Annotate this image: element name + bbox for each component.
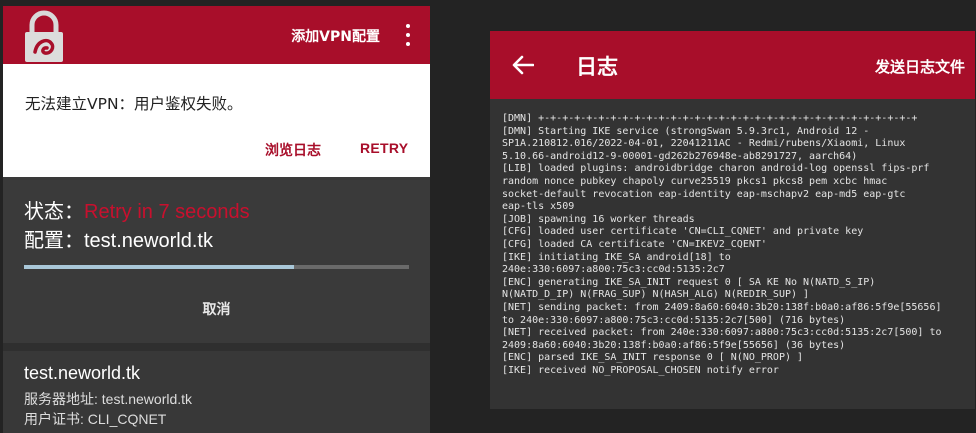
error-message: 无法建立VPN：用户鉴权失败。 bbox=[25, 95, 243, 113]
log-line: [ENC] generating IKE_SA_INIT request 0 [… bbox=[502, 276, 876, 288]
send-log-button[interactable]: 发送日志文件 bbox=[875, 56, 965, 77]
vpn-main-screen: 添加VPN配置 无法建立VPN：用户鉴权失败。 浏览日志 RETRY 状态：Re… bbox=[3, 6, 430, 433]
main-app-bar: 添加VPN配置 bbox=[3, 6, 430, 64]
profile-row: 配置：test.neworld.tk bbox=[24, 224, 213, 253]
log-content: [DMN] +-+-+-+-+-+-+-+-+-+-+-+-+-+-+-+-+-… bbox=[502, 113, 972, 377]
retry-button[interactable]: RETRY bbox=[360, 140, 408, 156]
status-label: 状态： bbox=[24, 201, 84, 223]
cancel-button[interactable]: 取消 bbox=[3, 299, 430, 319]
log-line: [NET] received packet: from 240e:330:609… bbox=[502, 327, 942, 339]
log-line: 240e:330:6097:a800:75c3:cc0d:5135:2c7 bbox=[502, 264, 725, 276]
log-line: [CFG] loaded CA certificate 'CN=IKEV2_CQ… bbox=[502, 238, 767, 250]
log-app-bar: 日志 发送日志文件 bbox=[490, 31, 975, 99]
log-line: [JOB] spawning 16 worker threads bbox=[502, 213, 695, 225]
log-line: to 240e:330:6097:a800:75c3:cc0d:5135:2c7… bbox=[502, 314, 846, 326]
vpn-profile-card[interactable]: test.neworld.tk 服务器地址: test.neworld.tk 用… bbox=[3, 351, 430, 433]
log-line: N(NATD_D_IP) N(FRAG_SUP) N(HASH_ALG) N(R… bbox=[502, 289, 810, 301]
status-row: 状态：Retry in 7 seconds bbox=[24, 195, 250, 224]
log-line: [LIB] loaded plugins: androidbridge char… bbox=[502, 163, 930, 175]
log-line: 2409:8a60:6040:3b20:138f:b0a0:af86:5f9e[… bbox=[502, 339, 846, 351]
log-line: [ENC] parsed IKE_SA_INIT response 0 [ N(… bbox=[502, 352, 804, 364]
log-line: eap-tls x509 bbox=[502, 201, 575, 213]
log-line: random nonce pubkey chapoly curve25519 p… bbox=[502, 175, 888, 187]
error-dialog: 无法建立VPN：用户鉴权失败。 浏览日志 RETRY bbox=[3, 64, 430, 177]
page-title: 日志 bbox=[576, 55, 618, 79]
browse-log-button[interactable]: 浏览日志 bbox=[265, 140, 321, 160]
profile-value: test.neworld.tk bbox=[84, 230, 213, 252]
progress-fill bbox=[24, 265, 294, 269]
log-line: [CFG] loaded user certificate 'CN=CLI_CQ… bbox=[502, 226, 864, 238]
more-vert-icon[interactable] bbox=[402, 22, 414, 48]
log-line: 5.10.66-android12-9-00001-gd262b276948e-… bbox=[502, 150, 858, 162]
log-line: [NET] sending packet: from 2409:8a60:604… bbox=[502, 301, 942, 313]
arrow-back-icon[interactable] bbox=[512, 55, 534, 75]
status-value: Retry in 7 seconds bbox=[84, 201, 250, 223]
log-screen: 日志 发送日志文件 [DMN] +-+-+-+-+-+-+-+-+-+-+-+-… bbox=[490, 31, 975, 409]
log-line: socket-default revocation eap-identity e… bbox=[502, 188, 906, 200]
profile-label: 配置： bbox=[24, 230, 84, 252]
user-certificate: 用户证书: CLI_CQNET bbox=[24, 411, 167, 427]
server-address: 服务器地址: test.neworld.tk bbox=[24, 391, 193, 407]
log-line: [DMN] Starting IKE service (strongSwan 5… bbox=[502, 125, 870, 137]
add-vpn-profile-button[interactable]: 添加VPN配置 bbox=[291, 26, 380, 46]
log-line: [IKE] received NO_PROPOSAL_CHOSEN notify… bbox=[502, 364, 779, 376]
log-line: [DMN] +-+-+-+-+-+-+-+-+-+-+-+-+-+-+-+-+-… bbox=[502, 113, 918, 124]
connection-status-panel: 状态：Retry in 7 seconds 配置：test.neworld.tk… bbox=[3, 177, 430, 343]
log-line: [IKE] initiating IKE_SA android[18] to bbox=[502, 251, 731, 263]
connection-progress-bar bbox=[24, 265, 409, 269]
profile-name: test.neworld.tk bbox=[24, 363, 141, 383]
log-line: SP1A.210812.016/2022-04-01, 22041211AC -… bbox=[502, 138, 906, 150]
lock-logo-icon bbox=[25, 10, 63, 62]
